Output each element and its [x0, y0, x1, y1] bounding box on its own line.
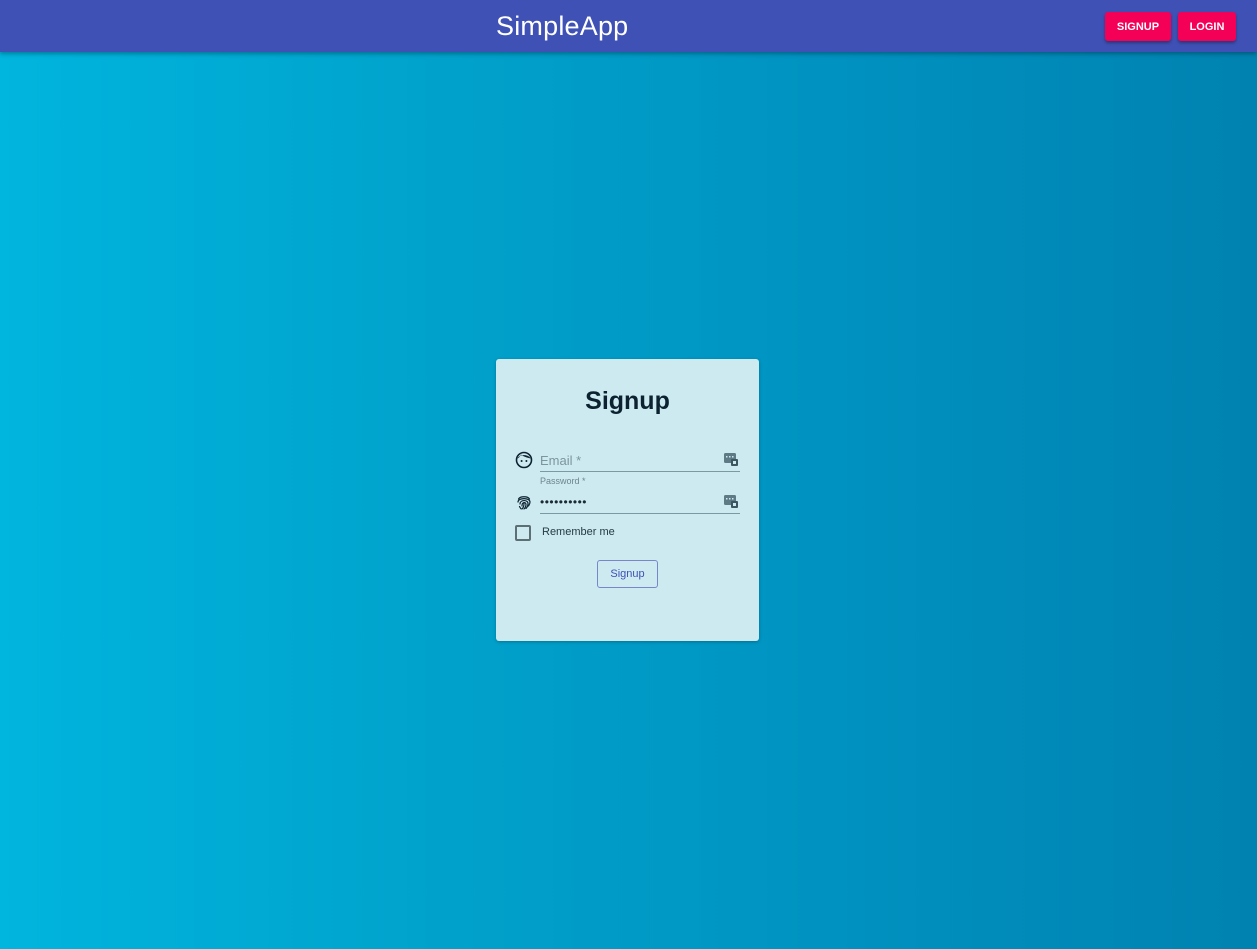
email-input[interactable] — [540, 451, 715, 469]
password-input[interactable] — [540, 493, 715, 511]
face-icon — [515, 451, 533, 469]
signup-card: Signup Password * — [496, 359, 759, 641]
password-manager-icon[interactable] — [724, 494, 738, 508]
password-label: Password * — [540, 476, 586, 486]
fingerprint-icon — [515, 493, 533, 511]
email-field — [540, 451, 740, 472]
remember-checkbox[interactable] — [515, 525, 531, 541]
nav-login-button[interactable]: LOGIN — [1178, 12, 1236, 41]
app-title: SimpleApp — [496, 11, 629, 41]
password-field — [540, 493, 740, 514]
app-bar: SimpleApp SIGNUP LOGIN — [0, 0, 1257, 52]
password-manager-icon[interactable] — [724, 452, 738, 466]
nav-signup-button[interactable]: SIGNUP — [1105, 12, 1171, 41]
form-title: Signup — [585, 387, 670, 415]
remember-label: Remember me — [542, 526, 615, 538]
signup-submit-button[interactable]: Signup — [597, 560, 658, 588]
